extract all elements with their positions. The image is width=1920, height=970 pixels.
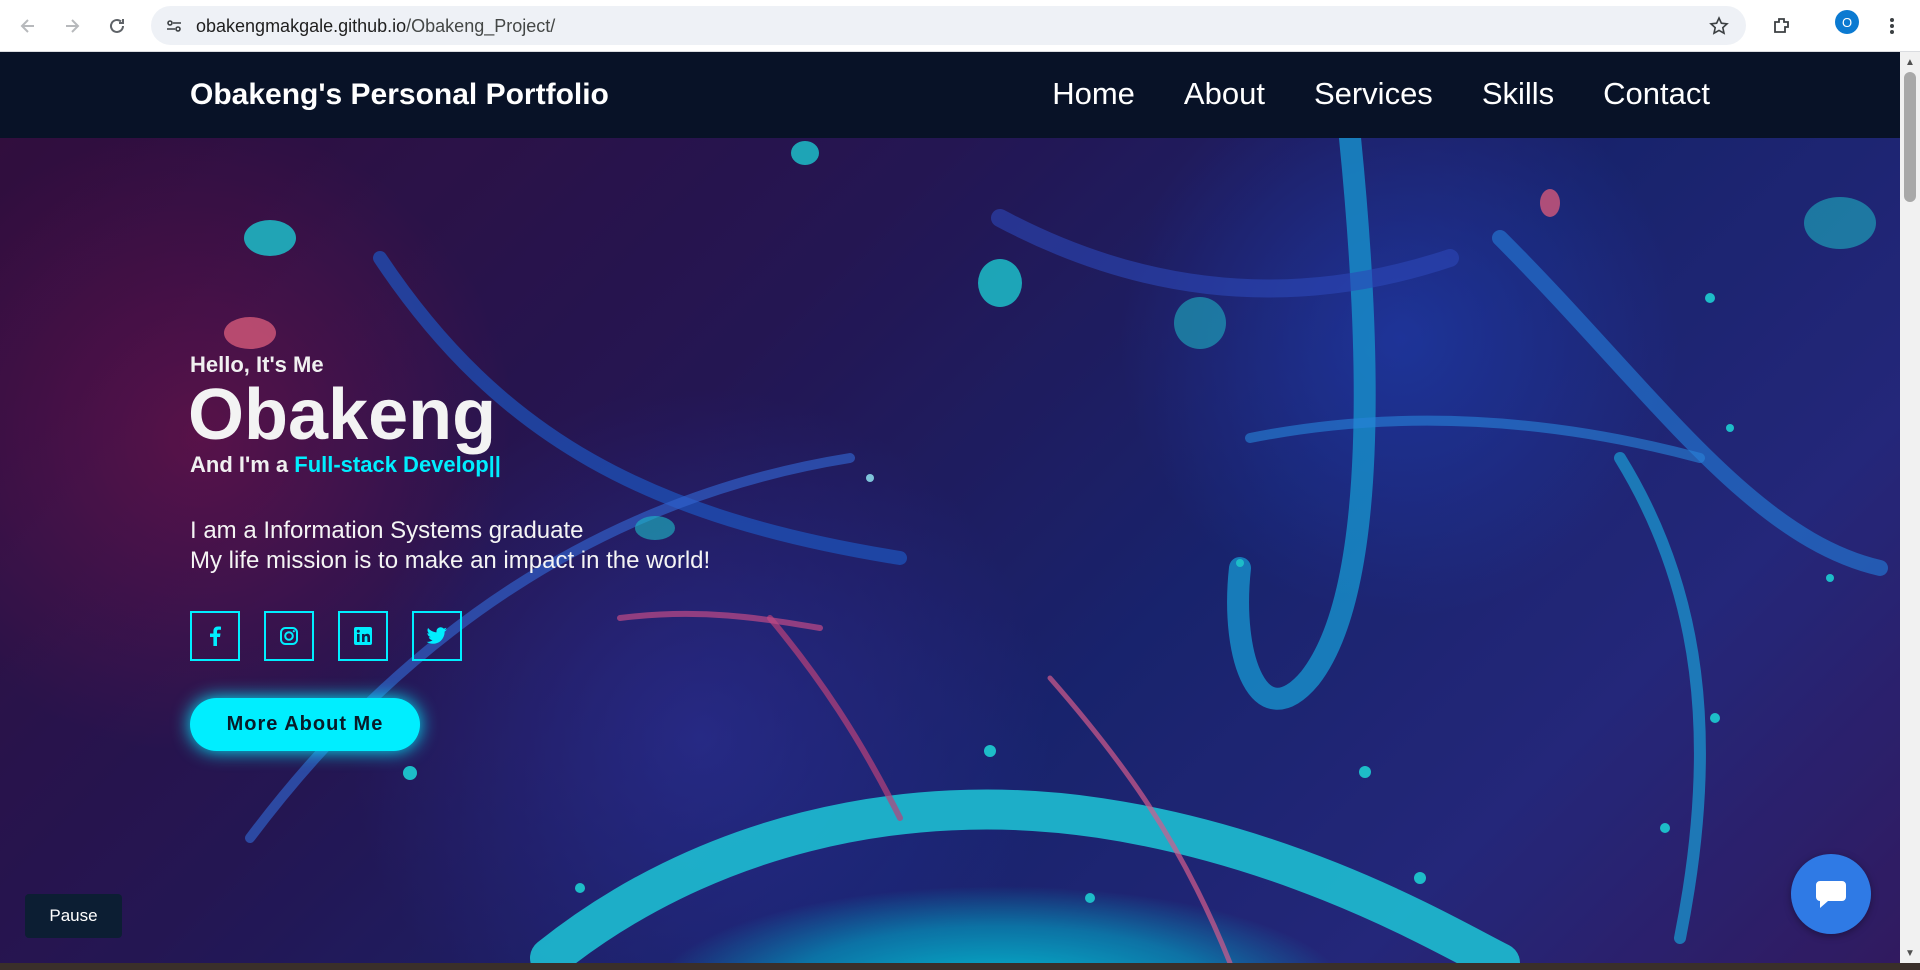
back-icon[interactable] xyxy=(10,8,46,44)
chat-bubble-icon xyxy=(1816,881,1846,908)
extensions-icon[interactable] xyxy=(1764,8,1800,44)
role-typed-text: Full-stack Develop|| xyxy=(294,452,501,477)
site-header: Obakeng's Personal Portfolio Home About … xyxy=(0,52,1900,138)
site-info-icon[interactable] xyxy=(161,13,187,39)
nav-skills[interactable]: Skills xyxy=(1482,76,1554,112)
bookmark-star-icon[interactable] xyxy=(1706,13,1732,39)
site-nav: Home About Services Skills Contact xyxy=(1003,76,1710,112)
url-text[interactable]: obakengmakgale.github.io/Obakeng_Project… xyxy=(196,16,555,37)
hero-role: And I'm a Full-stack Develop|| xyxy=(190,452,501,478)
hero-description: I am a Information Systems graduate My l… xyxy=(190,516,710,576)
chat-button[interactable] xyxy=(1791,854,1871,934)
more-about-me-button[interactable]: More About Me xyxy=(190,698,420,751)
nav-contact[interactable]: Contact xyxy=(1603,76,1710,112)
site-logo[interactable]: Obakeng's Personal Portfolio xyxy=(190,78,609,112)
kebab-menu-icon[interactable] xyxy=(1874,8,1910,44)
nav-home[interactable]: Home xyxy=(1052,76,1135,112)
hero-section: Hello, It's Me Obakeng And I'm a Full-st… xyxy=(0,138,1900,963)
description-line-1: I am a Information Systems graduate xyxy=(190,517,584,544)
description-line-2: My life mission is to make an impact in … xyxy=(190,547,711,574)
instagram-icon[interactable] xyxy=(264,611,314,661)
address-bar[interactable]: obakengmakgale.github.io/Obakeng_Project… xyxy=(151,6,1746,45)
hero-name: Obakeng xyxy=(188,375,497,455)
pause-button[interactable]: Pause xyxy=(25,894,122,938)
page-scrollbar[interactable]: ▲ ▼ xyxy=(1900,52,1920,963)
scroll-thumb[interactable] xyxy=(1904,72,1916,202)
url-path: /Obakeng_Project/ xyxy=(406,16,556,36)
reload-icon[interactable] xyxy=(99,8,135,44)
role-prefix: And I'm a xyxy=(190,452,295,477)
social-links xyxy=(190,611,486,661)
browser-toolbar: obakengmakgale.github.io/Obakeng_Project… xyxy=(0,0,1920,52)
nav-about[interactable]: About xyxy=(1184,76,1265,112)
forward-icon[interactable] xyxy=(54,8,90,44)
scroll-down-arrow-icon[interactable]: ▼ xyxy=(1904,947,1916,959)
linkedin-icon[interactable] xyxy=(338,611,388,661)
taskbar-edge xyxy=(0,963,1920,970)
nav-services[interactable]: Services xyxy=(1314,76,1433,112)
url-host: obakengmakgale.github.io xyxy=(196,16,407,36)
facebook-icon[interactable] xyxy=(190,611,240,661)
scroll-up-arrow-icon[interactable]: ▲ xyxy=(1904,56,1916,68)
profile-avatar[interactable]: O xyxy=(1835,10,1859,34)
twitter-icon[interactable] xyxy=(412,611,462,661)
